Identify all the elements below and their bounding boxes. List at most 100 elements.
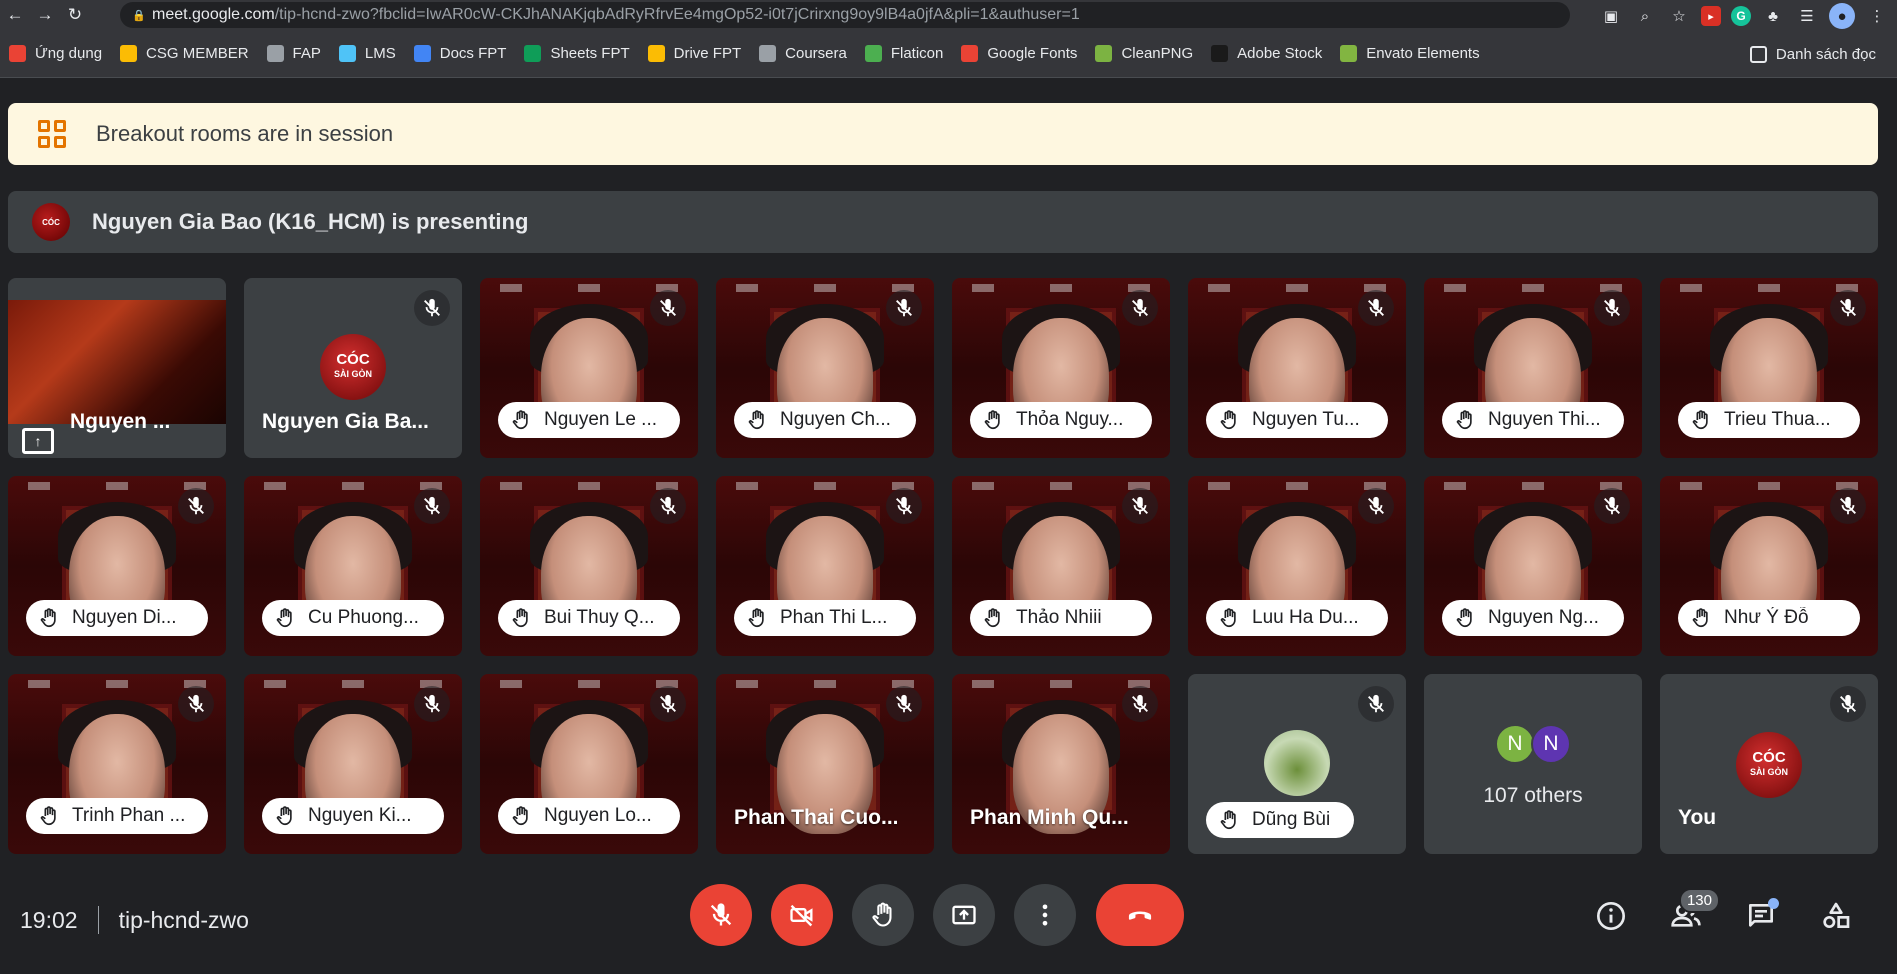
grammarly-icon[interactable]: G [1731,6,1751,26]
participant-name: Nguyen Ki... [308,805,412,826]
participant-tile[interactable]: Phan Thai Cuo... [716,674,934,854]
extensions-puzzle-icon[interactable]: ♣ [1761,4,1785,28]
raised-hand-icon [982,607,1004,629]
participant-tile[interactable]: Trinh Phan ... [8,674,226,854]
participant-tile[interactable]: Phan Minh Qu... [952,674,1170,854]
profile-avatar[interactable]: ● [1829,3,1855,29]
background-logos [1444,284,1622,296]
bookmark-label: Envato Elements [1366,45,1480,62]
browser-actions: ▣ ⌕ ☆ ▸ G ♣ ☰ ● ⋮ [1599,3,1889,29]
bookmark-star-icon[interactable]: ☆ [1667,4,1691,28]
raised-hand-icon [38,607,60,629]
name-pill: Nguyen Ki... [262,798,444,834]
reading-list-label: Danh sách đọc [1775,45,1876,63]
back-icon[interactable]: ← [0,0,30,30]
media-queue-icon[interactable]: ☰ [1795,4,1819,28]
participant-tile[interactable]: Nguyen Thi... [1424,278,1642,458]
bookmark-item[interactable]: Coursera [750,39,856,69]
forward-icon[interactable]: → [30,0,60,30]
raised-hand-icon [1454,409,1476,431]
name-pill: Nguyen Ng... [1442,600,1624,636]
raised-hand-icon [510,409,532,431]
raised-hand-icon [982,409,1004,431]
activities-shapes-icon [1823,902,1850,928]
raise-hand-button[interactable] [852,884,914,946]
bookmark-item[interactable]: Adobe Stock [1202,39,1331,69]
participant-tile[interactable]: Nguyen Tu... [1188,278,1406,458]
breakout-rooms-banner: Breakout rooms are in session [8,103,1878,165]
apps-grid-icon [9,45,26,62]
reading-list-button[interactable]: Danh sách đọc [1741,39,1885,69]
background-logos [1680,284,1858,296]
bookmark-label: Drive FPT [673,45,742,62]
participant-tile[interactable]: Bui Thuy Q... [480,476,698,656]
avatar: CÓC SÀI GÒN [1736,732,1802,798]
mic-toggle-button[interactable] [690,884,752,946]
present-now-button[interactable] [933,884,995,946]
zoom-icon[interactable]: ⌕ [1633,4,1657,28]
bookmark-item[interactable]: Envato Elements [1331,39,1488,69]
bookmark-item[interactable]: Google Fonts [952,39,1086,69]
muted-mic-icon [650,290,686,326]
camera-toggle-button[interactable] [771,884,833,946]
others-avatars: NN [1495,724,1571,764]
sheets-icon [524,45,542,62]
name-pill: Trieu Thua... [1678,402,1860,438]
background-logos [1680,482,1858,494]
participant-tile[interactable]: Nguyen Di... [8,476,226,656]
address-bar[interactable]: 🔒 meet.google.com /tip-hcnd-zwo?fbclid=I… [120,2,1570,28]
globe-icon [266,45,284,62]
bookmark-item[interactable]: FAP [258,39,330,69]
bookmark-label: FAP [292,45,321,62]
leave-call-button[interactable] [1096,884,1184,946]
bookmark-item[interactable]: Docs FPT [405,39,516,69]
bookmark-item[interactable]: CleanPNG [1086,39,1202,69]
participant-name: Nguyen Lo... [544,805,652,826]
participant-tile[interactable]: Nguyen Ki... [244,674,462,854]
muted-mic-icon [886,686,922,722]
chat-button[interactable] [1737,892,1785,940]
participant-tile[interactable]: Cu Phuong... [244,476,462,656]
participants-button[interactable]: 130 [1662,888,1720,940]
participant-tile[interactable]: Thỏa Nguy... [952,278,1170,458]
menu-dots-icon[interactable]: ⋮ [1865,4,1889,28]
more-vert-icon [1042,904,1048,926]
bookmark-item[interactable]: CSG MEMBER [111,39,258,69]
participant-tile[interactable]: Nguyen Ch... [716,278,934,458]
participant-tile[interactable]: Nguyen Ng... [1424,476,1642,656]
participant-name: Nguyen Ng... [1488,607,1599,628]
bookmark-item[interactable]: Ứng dụng [0,39,111,69]
avatar: CÓC SÀI GÒN [320,334,386,400]
meeting-details-button[interactable] [1587,892,1635,940]
participant-tile[interactable]: Như Ý Đỗ [1660,476,1878,656]
raised-hand-icon [38,805,60,827]
participant-tile[interactable]: Dũng Bùi [1188,674,1406,854]
participant-name: Nguyen ... [70,410,171,433]
participant-tile[interactable]: Nguyen Lo... [480,674,698,854]
bookmark-item[interactable]: Flaticon [856,39,953,69]
extension-red-icon[interactable]: ▸ [1701,6,1721,26]
presenting-bar[interactable]: CÓC Nguyen Gia Bao (K16_HCM) is presenti… [8,191,1878,253]
participant-tile[interactable]: CÓC SÀI GÒN Nguyen Gia Ba... [244,278,462,458]
others-tile[interactable]: N N 107 others [1424,674,1642,854]
participant-tile[interactable]: Phan Thi L... [716,476,934,656]
muted-mic-icon [1594,488,1630,524]
participant-tile[interactable]: Luu Ha Du... [1188,476,1406,656]
self-tile[interactable]: CÓC SÀI GÒN You [1660,674,1878,854]
bookmark-item[interactable]: Drive FPT [639,39,751,69]
more-options-button[interactable] [1014,884,1076,946]
muted-mic-icon [1122,686,1158,722]
bookmark-item[interactable]: LMS [330,39,405,69]
participant-name: Nguyen Gia Ba... [262,410,429,433]
camera-blocked-icon[interactable]: ▣ [1599,4,1623,28]
participant-tile[interactable]: Thảo Nhiii [952,476,1170,656]
activities-button[interactable] [1812,892,1860,940]
bookmark-item[interactable]: Sheets FPT [515,39,638,69]
presenting-text: Nguyen Gia Bao (K16_HCM) is presenting [92,209,529,234]
participant-tile[interactable]: Trieu Thua... [1660,278,1878,458]
flaticon-icon [864,45,882,62]
participant-tile[interactable]: Nguyen Le ... [480,278,698,458]
background-logos [264,482,442,494]
presentation-tile[interactable]: ↑ Nguyen ... [8,278,226,458]
reload-icon[interactable]: ↻ [60,0,90,30]
